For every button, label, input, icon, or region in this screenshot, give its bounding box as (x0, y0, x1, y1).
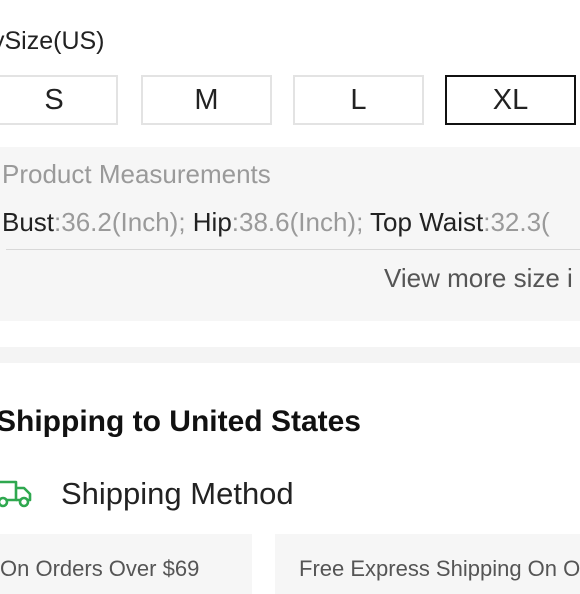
size-option-xl[interactable]: XL (445, 75, 576, 125)
size-option-m[interactable]: M (141, 75, 272, 125)
shipping-option-card[interactable]: Free Express Shipping On O (275, 534, 580, 594)
measure-value-top-waist: :32.3( (483, 207, 550, 237)
shipping-option-text: Free Express Shipping On O (299, 556, 580, 581)
section-separator (0, 347, 580, 363)
measurements-title: Product Measurements (2, 159, 271, 189)
shipping-method-row[interactable]: Shipping Method (0, 472, 580, 522)
shipping-option-text: On Orders Over $69 (0, 556, 200, 581)
truck-icon (0, 476, 34, 510)
section-spacer (0, 321, 580, 347)
shipping-method-label: Shipping Method (61, 476, 294, 511)
size-options: S M L XL (0, 75, 580, 129)
measure-value-hip: :38.6(Inch); (231, 207, 371, 237)
size-option-l[interactable]: L (293, 75, 424, 125)
measurements-divider (6, 249, 580, 250)
size-section-title: ySize(US) (0, 27, 105, 55)
product-measurements-panel: Product Measurements Bust:36.2(Inch); Hi… (0, 147, 580, 321)
view-more-size-link[interactable]: View more size i (384, 263, 573, 294)
measure-value-bust: :36.2(Inch); (54, 207, 193, 237)
measure-label-top-waist: Top Waist (370, 207, 484, 237)
size-option-s[interactable]: S (0, 75, 118, 125)
shipping-option-card[interactable]: On Orders Over $69 (0, 534, 252, 594)
measurements-line: Bust:36.2(Inch); Hip:38.6(Inch); Top Wai… (2, 207, 550, 238)
measure-label-bust: Bust (2, 207, 55, 237)
shipping-title: Shipping to United States (0, 405, 361, 438)
measure-label-hip: Hip (192, 207, 232, 237)
